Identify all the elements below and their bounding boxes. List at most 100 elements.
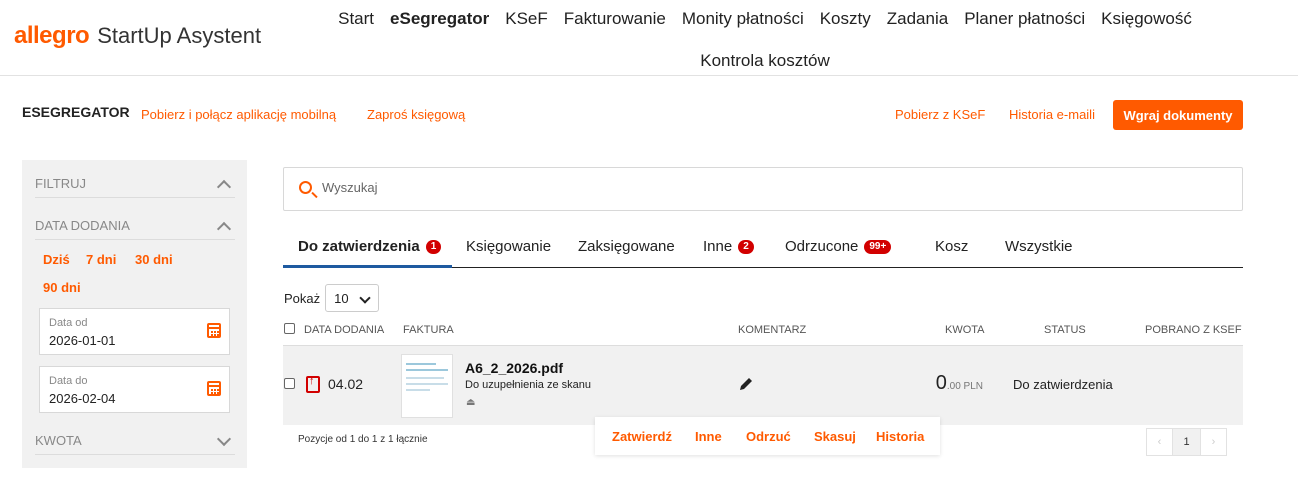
date-to-value: 2026-02-04	[49, 391, 116, 406]
column-header-date[interactable]: DATA DODANIA	[304, 324, 384, 336]
tab-label: Do zatwierdzenia	[298, 238, 420, 255]
search-icon	[299, 181, 312, 194]
upload-icon: ⏏	[466, 397, 476, 408]
logo-subtitle: StartUp Asystent	[97, 23, 262, 48]
prev-page-button[interactable]: ‹	[1146, 428, 1173, 456]
invite-accountant-link[interactable]: Zaproś księgową	[367, 107, 465, 122]
nav-item-planer[interactable]: Planer płatności	[956, 0, 1093, 38]
tab-label: Kosz	[935, 238, 969, 255]
select-all-checkbox[interactable]	[284, 323, 295, 334]
quick-range-7-days[interactable]: 7 dni	[86, 252, 116, 267]
top-header: allegro StartUp Asystent Start eSegregat…	[0, 0, 1298, 76]
active-tab-underline	[283, 265, 452, 268]
column-header-ksef: POBRANO Z KSEF	[1145, 324, 1242, 336]
nav-item-zadania[interactable]: Zadania	[879, 0, 956, 38]
page-1-button[interactable]: 1	[1173, 428, 1200, 456]
other-button[interactable]: Inne	[695, 429, 722, 444]
tab-kosz[interactable]: Kosz	[935, 238, 968, 255]
email-history-link[interactable]: Historia e-maili	[1009, 107, 1095, 122]
chevron-up-icon	[216, 179, 232, 194]
nav-item-fakturowanie[interactable]: Fakturowanie	[556, 0, 674, 38]
amount-rest: .00 PLN	[946, 381, 983, 392]
tab-count-badge: 1	[425, 239, 442, 254]
file-name[interactable]: A6_2_2026.pdf	[465, 360, 563, 376]
nav-item-ksef[interactable]: KSeF	[497, 0, 556, 38]
column-header-amount[interactable]: KWOTA	[945, 324, 985, 336]
date-to-field[interactable]: Data do 2026-02-04	[39, 366, 230, 413]
tab-odrzucone[interactable]: Odrzucone 99+	[785, 238, 892, 255]
nav-item-monity[interactable]: Monity płatności	[674, 0, 812, 38]
tab-label: Księgowanie	[466, 238, 552, 255]
filter-header[interactable]: FILTRUJ	[35, 170, 235, 198]
column-header-invoice[interactable]: FAKTURA	[403, 324, 454, 336]
app-logo[interactable]: allegro StartUp Asystent	[14, 22, 261, 50]
page-size-value: 10	[334, 290, 349, 306]
amount-main: 0	[935, 372, 947, 394]
date-added-label: DATA DODANIA	[35, 218, 130, 233]
amount-label: KWOTA	[35, 433, 82, 448]
delete-button[interactable]: Skasuj	[814, 429, 856, 444]
tab-label: Wszystkie	[1005, 238, 1073, 255]
calendar-icon[interactable]	[207, 381, 221, 396]
amount-section[interactable]: KWOTA	[35, 427, 235, 455]
tab-zaksiegowane[interactable]: Zaksięgowane	[578, 238, 675, 255]
nav-item-start[interactable]: Start	[330, 0, 382, 38]
tab-label: Zaksięgowane	[578, 238, 675, 255]
tab-do-zatwierdzenia[interactable]: Do zatwierdzenia 1	[298, 238, 442, 255]
pagination-info: Pozycje od 1 do 1 z 1 łącznie	[298, 434, 428, 445]
calendar-icon[interactable]	[207, 323, 221, 338]
history-button[interactable]: Historia	[876, 429, 924, 444]
show-label: Pokaż	[284, 290, 321, 306]
main-nav: Start eSegregator KSeF Fakturowanie Moni…	[330, 0, 1200, 80]
uploaded-file-icon	[306, 375, 320, 393]
table-row[interactable]: 04.02 A6_2_2026.pdf Do uzupełnienia ze s…	[283, 345, 1243, 425]
page-toolbar: ESEGREGATOR Pobierz i połącz aplikację m…	[0, 96, 1298, 136]
reject-button[interactable]: Odrzuć	[746, 429, 791, 444]
download-ksef-link[interactable]: Pobierz z KSeF	[895, 107, 985, 122]
tab-label: Odrzucone	[785, 238, 859, 255]
tab-ksiegowanie[interactable]: Księgowanie	[466, 238, 551, 255]
date-from-field[interactable]: Data od 2026-01-01	[39, 308, 230, 355]
filter-label: FILTRUJ	[35, 176, 87, 191]
filter-sidebar: FILTRUJ DATA DODANIA Dziś 7 dni 30 dni 9…	[22, 160, 247, 468]
tab-inne[interactable]: Inne 2	[703, 238, 754, 255]
row-status: Do zatwierdzenia	[1013, 377, 1113, 392]
page-size-control: Pokaż 10	[284, 284, 380, 312]
tab-label: Inne	[703, 238, 733, 255]
document-thumbnail[interactable]	[401, 354, 453, 418]
file-description: Do uzupełnienia ze skanu	[465, 379, 591, 391]
date-to-label: Data do	[49, 375, 88, 387]
row-amount: 0.00 PLN	[936, 372, 983, 395]
logo-brand: allegro	[14, 22, 90, 49]
chevron-down-icon	[216, 431, 232, 446]
date-from-label: Data od	[49, 317, 88, 329]
row-checkbox[interactable]	[284, 378, 295, 389]
tab-wszystkie[interactable]: Wszystkie	[1005, 238, 1073, 255]
tab-count-badge: 2	[738, 239, 754, 254]
date-added-section[interactable]: DATA DODANIA	[35, 212, 235, 240]
nav-item-ksiegowosc[interactable]: Księgowość	[1093, 0, 1200, 38]
tab-count-badge: 99+	[864, 239, 892, 254]
search-box	[283, 167, 1243, 211]
status-tabs: Do zatwierdzenia 1 Księgowanie Zaksięgow…	[283, 230, 1243, 268]
nav-item-koszty[interactable]: Koszty	[812, 0, 879, 38]
page-title: ESEGREGATOR	[22, 104, 130, 120]
date-from-value: 2026-01-01	[49, 333, 116, 348]
search-input[interactable]	[322, 180, 1202, 195]
column-header-status[interactable]: STATUS	[1044, 324, 1086, 336]
next-page-button[interactable]: ›	[1200, 428, 1227, 456]
quick-range-30-days[interactable]: 30 dni	[135, 252, 173, 267]
column-header-comment: KOMENTARZ	[738, 324, 807, 336]
bulk-action-bar: Zatwierdź Inne Odrzuć Skasuj Historia	[595, 417, 940, 455]
pagination: ‹ 1 ›	[1146, 428, 1229, 456]
approve-button[interactable]: Zatwierdź	[612, 429, 672, 444]
edit-comment-icon[interactable]	[738, 376, 754, 392]
nav-item-kontrola-kosztow[interactable]: Kontrola kosztów	[692, 42, 837, 80]
row-date: 04.02	[328, 376, 364, 392]
page-size-select[interactable]: 10	[325, 284, 380, 312]
mobile-app-link[interactable]: Pobierz i połącz aplikację mobilną	[141, 107, 336, 122]
quick-range-today[interactable]: Dziś	[43, 252, 70, 267]
quick-range-90-days[interactable]: 90 dni	[43, 280, 81, 295]
nav-item-esegregator[interactable]: eSegregator	[382, 0, 497, 38]
upload-documents-button[interactable]: Wgraj dokumenty	[1113, 100, 1243, 130]
